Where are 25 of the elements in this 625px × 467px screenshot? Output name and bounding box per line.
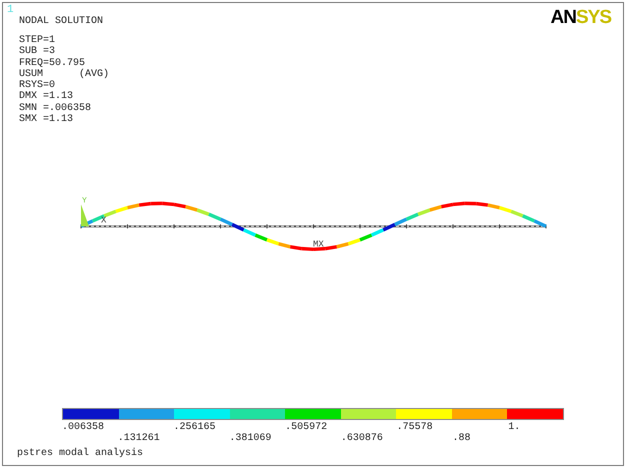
legend-value: .505972 bbox=[285, 422, 328, 433]
info-line: USUM (AVG) bbox=[19, 68, 110, 80]
legend-value: .256165 bbox=[174, 422, 217, 433]
info-line: DMX =1.13 bbox=[19, 91, 74, 103]
max-label: MX bbox=[313, 240, 324, 250]
legend-value: .131261 bbox=[118, 433, 161, 444]
legend-value: .381069 bbox=[229, 433, 272, 444]
legend-value: .006358 bbox=[62, 422, 106, 433]
footer-title: pstres modal analysis bbox=[16, 446, 144, 461]
info-line: SUB =3 bbox=[19, 46, 56, 58]
legend-value: 1. bbox=[508, 422, 522, 433]
info-line: RSYS=0 bbox=[19, 80, 56, 92]
info-line: SMN =.006358 bbox=[19, 102, 92, 114]
info-title: NODAL SOLUTION bbox=[19, 16, 104, 28]
axis-label: X bbox=[101, 216, 106, 226]
logo-text: ANSYS bbox=[550, 7, 611, 29]
legend-value: .630876 bbox=[340, 433, 384, 444]
window-number: 1 bbox=[7, 4, 14, 16]
axis-triad-icon bbox=[81, 204, 89, 227]
legend-value: .88 bbox=[452, 433, 472, 444]
legend-value: .75578 bbox=[396, 422, 434, 433]
axis-label: Y bbox=[82, 196, 87, 206]
info-line: FREQ=50.795 bbox=[19, 58, 86, 69]
info-line: STEP=1 bbox=[19, 35, 56, 46]
info-line: SMX =1.13 bbox=[19, 114, 74, 126]
